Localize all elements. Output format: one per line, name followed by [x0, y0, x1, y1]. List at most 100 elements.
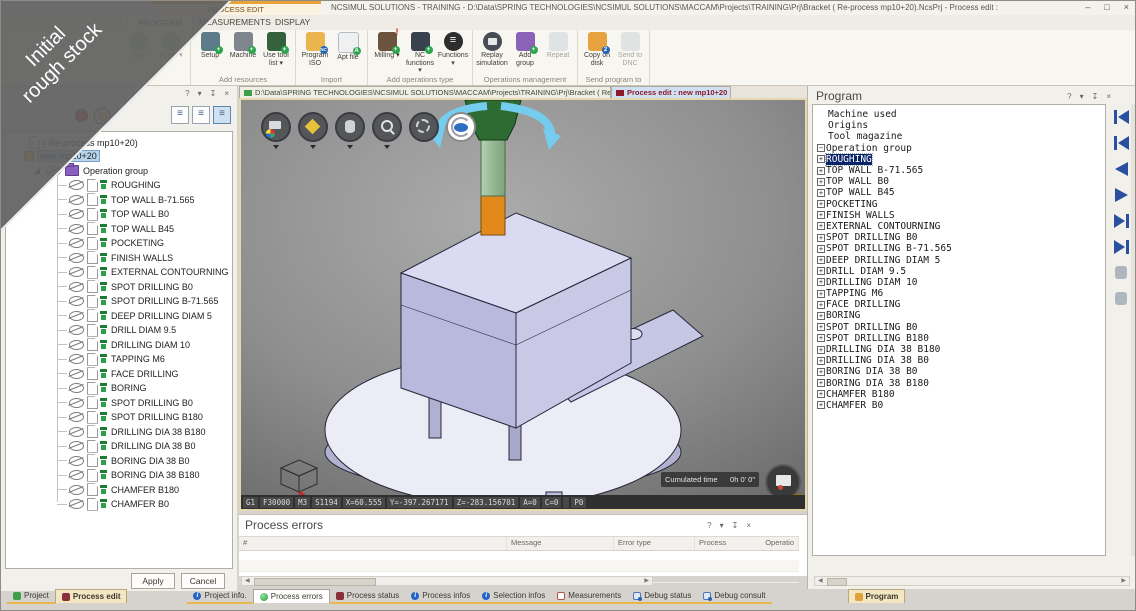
expand-box-icon[interactable]: +: [817, 334, 825, 342]
program-operation-item[interactable]: + BORING DIA 38 B180: [817, 378, 1105, 389]
list-group-item[interactable]: − Operation group: [817, 143, 1105, 154]
ribbon-button[interactable]: NC functions ▾: [405, 32, 435, 75]
tree-operation-item[interactable]: TAPPING M6: [6, 352, 232, 367]
list-item[interactable]: Machine used: [817, 109, 1105, 120]
chevron-down-icon[interactable]: [273, 145, 279, 149]
bottom-tab[interactable]: Project info.: [187, 589, 252, 604]
expand-box-icon[interactable]: +: [817, 211, 825, 219]
list-item[interactable]: Origins: [817, 120, 1105, 131]
tree-operation-item[interactable]: SPOT DRILLING B180: [6, 410, 232, 425]
bottom-tab[interactable]: Process edit: [55, 589, 128, 603]
program-operation-item[interactable]: + DRILL DIAM 9.5: [817, 266, 1105, 277]
panel-menu-icon[interactable]: ▾: [1080, 92, 1084, 101]
program-operation-item[interactable]: + DRILLING DIA 38 B0: [817, 355, 1105, 366]
ribbon-button[interactable]: Functions ▾: [438, 32, 468, 67]
expand-box-icon[interactable]: +: [817, 167, 825, 175]
ribbon-button[interactable]: Machine: [228, 32, 258, 60]
expand-box-icon[interactable]: +: [817, 290, 825, 298]
eye-hidden-icon[interactable]: [69, 369, 84, 379]
expand-box-icon[interactable]: +: [817, 301, 825, 309]
program-operation-item[interactable]: + POCKETING: [817, 199, 1105, 210]
chevron-down-icon[interactable]: [310, 145, 316, 149]
eye-hidden-icon[interactable]: [69, 238, 84, 248]
expand-box-icon[interactable]: +: [817, 390, 825, 398]
expand-box-icon[interactable]: +: [817, 189, 825, 197]
tree-operation-item[interactable]: SPOT DRILLING B-71.565: [6, 294, 232, 309]
panel-pin-icon[interactable]: ↧: [210, 89, 217, 98]
panel-menu-icon[interactable]: ▾: [198, 89, 202, 98]
project-path-tab[interactable]: D:\Data\SPRING TECHNOLOGIES\NCSIMUL SOLU…: [239, 86, 611, 98]
tree-operation-item[interactable]: DRILLING DIA 38 B180: [6, 425, 232, 440]
expand-box-icon[interactable]: +: [817, 401, 825, 409]
zoom-magnifier-icon[interactable]: [372, 112, 402, 142]
panel-help-icon[interactable]: ?: [707, 521, 711, 530]
simulation-toolbar-icon[interactable]: [1113, 291, 1131, 307]
panel-pin-icon[interactable]: ↧: [1092, 92, 1099, 101]
tree-operation-item[interactable]: SPOT DRILLING B0: [6, 396, 232, 411]
panel-menu-icon[interactable]: ▾: [720, 521, 724, 530]
eye-hidden-icon[interactable]: [69, 311, 84, 321]
expand-box-icon[interactable]: +: [817, 256, 825, 264]
eye-hidden-icon[interactable]: [69, 180, 84, 190]
bottom-tab[interactable]: Debug status: [627, 589, 697, 604]
tree-operation-item[interactable]: TOP WALL B0: [6, 207, 232, 222]
program-operation-item[interactable]: + FACE DRILLING: [817, 299, 1105, 310]
program-horizontal-scrollbar[interactable]: ◀▶: [814, 576, 1130, 586]
eye-hidden-icon[interactable]: [69, 354, 84, 364]
tree-operation-item[interactable]: TOP WALL B-71.565: [6, 193, 232, 208]
eye-hidden-icon[interactable]: [69, 383, 84, 393]
tree-operation-item[interactable]: BORING DIA 38 B180: [6, 468, 232, 483]
eye-hidden-icon[interactable]: [69, 441, 84, 451]
simulation-toolbar-icon[interactable]: [1113, 135, 1131, 151]
program-operation-item[interactable]: + SPOT DRILLING B0: [817, 232, 1105, 243]
program-operation-item[interactable]: + EXTERNAL CONTOURNING: [817, 221, 1105, 232]
iso-view-cube-icon[interactable]: [298, 112, 328, 142]
program-operation-item[interactable]: + TOP WALL B-71.565: [817, 165, 1105, 176]
tree-operation-item[interactable]: FACE DRILLING: [6, 367, 232, 382]
bottom-tab[interactable]: Project: [7, 589, 55, 604]
program-operation-item[interactable]: + BORING DIA 38 B0: [817, 366, 1105, 377]
expand-box-icon[interactable]: +: [817, 357, 825, 365]
simulation-viewport[interactable]: Cumulated time 0h 0' 0" G1F30000M3S1194X…: [239, 98, 807, 511]
list-medium-icon[interactable]: ≡: [192, 106, 210, 124]
list-item[interactable]: Tool magazine: [817, 131, 1105, 142]
ribbon-button[interactable]: Replay simulation: [477, 32, 507, 67]
expand-box-icon[interactable]: +: [817, 245, 825, 253]
eye-hidden-icon[interactable]: [69, 427, 84, 437]
chevron-down-icon[interactable]: [347, 145, 353, 149]
ribbon-button[interactable]: Use tool list ▾: [261, 32, 291, 67]
ribbon-button[interactable]: Setup: [195, 32, 225, 60]
eye-hidden-icon[interactable]: [69, 325, 84, 335]
tree-operation-item[interactable]: DEEP DRILLING DIAM 5: [6, 309, 232, 324]
list-compact-icon[interactable]: ≡: [171, 106, 189, 124]
tree-operation-item[interactable]: CHAMFER B0: [6, 497, 232, 512]
expand-box-icon[interactable]: +: [817, 368, 825, 376]
tree-operation-item[interactable]: TOP WALL B45: [6, 222, 232, 237]
expand-box-icon[interactable]: +: [817, 312, 825, 320]
tree-operation-item[interactable]: BORING DIA 38 B0: [6, 454, 232, 469]
expand-box-icon[interactable]: +: [817, 178, 825, 186]
eye-hidden-icon[interactable]: [69, 412, 84, 422]
program-vertical-scrollbar[interactable]: [1131, 104, 1136, 556]
eye-hidden-icon[interactable]: [69, 499, 84, 509]
tree-operation-item[interactable]: POCKETING: [6, 236, 232, 251]
bottom-tab[interactable]: Measurements: [551, 589, 627, 604]
bottom-tab[interactable]: Debug consult: [697, 589, 771, 604]
ribbon-button[interactable]: Milling ▾: [372, 32, 402, 60]
tree-operation-item[interactable]: FINISH WALLS: [6, 251, 232, 266]
close-button[interactable]: ×: [1124, 2, 1129, 12]
selection-circle-icon[interactable]: [409, 112, 439, 142]
expand-box-icon[interactable]: +: [817, 222, 825, 230]
simulation-toolbar-icon[interactable]: [1113, 265, 1131, 281]
program-operation-item[interactable]: + DRILLING DIA 38 B180: [817, 344, 1105, 355]
panel-close-icon[interactable]: ×: [1106, 92, 1111, 101]
chevron-down-icon[interactable]: [384, 145, 390, 149]
panel-close-icon[interactable]: ×: [746, 521, 751, 530]
program-operation-item[interactable]: + FINISH WALLS: [817, 210, 1105, 221]
cancel-button[interactable]: Cancel: [181, 573, 225, 589]
panel-help-icon[interactable]: ?: [185, 89, 189, 98]
apply-button[interactable]: Apply: [131, 573, 175, 589]
eye-hidden-icon[interactable]: [69, 456, 84, 466]
maximize-button[interactable]: □: [1104, 2, 1109, 12]
ribbon-button[interactable]: Add group: [510, 32, 540, 67]
